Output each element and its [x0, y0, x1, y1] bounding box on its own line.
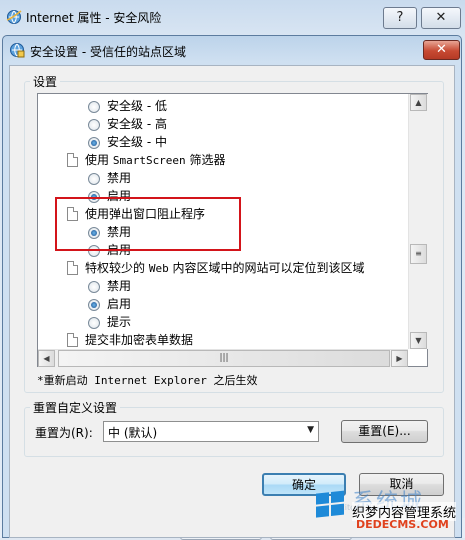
radio-privileged-enable[interactable] — [88, 299, 100, 311]
setting-label-suffix: 内容区域中的网站可以定位到该区域 — [168, 261, 365, 275]
reset-select-value: 中 (默认) — [108, 426, 158, 440]
restart-note: *重新启动 Internet Explorer 之后生效 — [37, 374, 258, 387]
radio-security-medium[interactable] — [88, 137, 100, 149]
highlight-annotation-box — [55, 197, 241, 251]
option-label: 提示 — [107, 315, 132, 329]
watermark-url: DEDECMS.COM — [356, 518, 449, 531]
outer-close-button[interactable]: ✕ — [421, 7, 461, 29]
reset-button[interactable]: 重置(E)... — [341, 420, 428, 443]
dialog-close-button[interactable]: ✕ — [423, 40, 460, 60]
setting-label-term: SmartScreen — [112, 154, 186, 167]
document-icon — [67, 261, 78, 275]
option-label: 安全级 - 低 — [107, 99, 167, 113]
option-label: 安全级 - 高 — [107, 117, 167, 131]
radio-security-high[interactable] — [88, 119, 100, 131]
radio-privileged-prompt[interactable] — [88, 317, 100, 329]
reset-to-label: 重置为(R): — [35, 426, 93, 440]
scroll-thumb[interactable]: ||| — [58, 350, 390, 367]
shield-settings-icon — [9, 42, 25, 58]
option-label: 安全级 - 中 — [107, 135, 167, 149]
reset-group-label: 重置自定义设置 — [30, 399, 121, 416]
radio-security-low[interactable] — [88, 101, 100, 113]
setting-nonencrypted-form: 提交非加密表单数据 — [85, 333, 194, 347]
outer-window-title: Internet 属性 - 安全风险 — [26, 11, 162, 25]
settings-group-label: 设置 — [30, 73, 61, 90]
setting-label-term: Web — [148, 262, 169, 275]
scroll-right-button[interactable]: ▶ — [391, 350, 408, 367]
document-icon — [67, 333, 78, 347]
setting-label-suffix: 筛选器 — [185, 153, 226, 167]
scroll-thumb[interactable]: ≡ — [410, 244, 427, 264]
dialog-title: 安全设置 - 受信任的站点区域 — [30, 45, 186, 59]
setting-smartscreen: 使用 SmartScreen 筛选器 — [85, 151, 226, 169]
vertical-scrollbar[interactable]: ▲ ≡ ▼ — [408, 94, 428, 349]
scroll-up-button[interactable]: ▲ — [410, 94, 427, 111]
option-label: 禁用 — [107, 279, 132, 293]
setting-less-privileged-web: 特权较少的 Web 内容区域中的网站可以定位到该区域 — [85, 259, 365, 277]
radio-privileged-disable[interactable] — [88, 281, 100, 293]
chevron-down-icon: ▼ — [307, 425, 314, 435]
setting-label-prefix: 使用 — [85, 153, 113, 167]
ie-globe-icon — [6, 9, 22, 25]
scroll-left-button[interactable]: ◀ — [38, 350, 55, 367]
help-button[interactable]: ? — [383, 7, 417, 29]
horizontal-scrollbar[interactable]: ◀ ||| ▶ — [38, 349, 408, 367]
option-label: 禁用 — [107, 171, 132, 185]
scroll-down-button[interactable]: ▼ — [410, 332, 427, 349]
document-icon — [67, 153, 78, 167]
radio-smartscreen-disable[interactable] — [88, 173, 100, 185]
reset-level-select[interactable]: 中 (默认) ▼ — [103, 421, 319, 442]
setting-label-prefix: 特权较少的 — [85, 261, 149, 275]
option-label: 启用 — [107, 297, 132, 311]
